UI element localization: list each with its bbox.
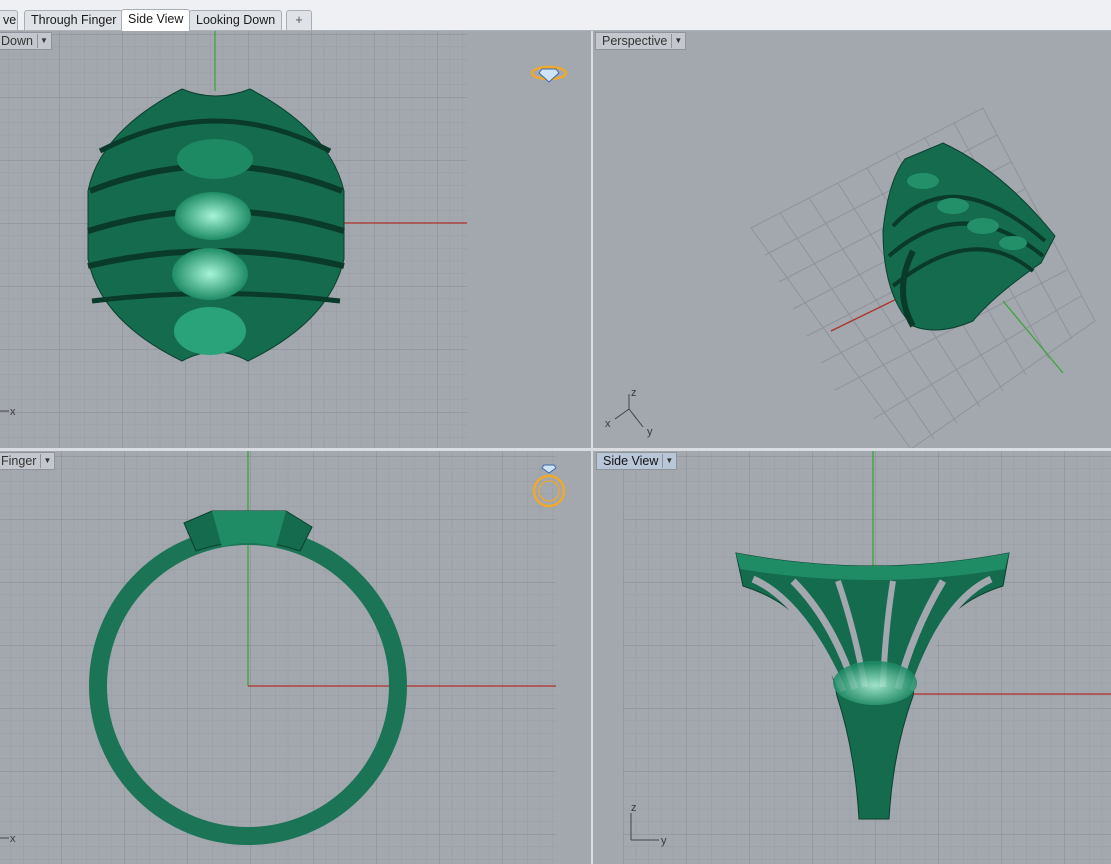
axis-label-x: x (10, 833, 16, 845)
ring-model-top[interactable] (87, 88, 345, 362)
chevron-down-icon[interactable]: ▼ (36, 34, 50, 48)
gem-view-icon[interactable] (530, 65, 568, 83)
viewport-title-text: Side View (603, 454, 659, 468)
tab-looking-down[interactable]: Looking Down (189, 10, 283, 30)
viewport-through-finger[interactable]: x Finger ▼ (0, 451, 591, 864)
tab-side-view[interactable]: Side View (121, 9, 191, 31)
axis-label-y: y (647, 426, 653, 438)
chevron-down-icon[interactable]: ▼ (40, 454, 53, 468)
viewport-perspective[interactable]: z x y Perspective ▼ (593, 31, 1111, 448)
tab-through-finger[interactable]: Through Finger (24, 10, 124, 30)
viewport-title-side-view[interactable]: Side View ▼ (596, 452, 678, 470)
axis-label-x: x (10, 406, 16, 418)
viewport-title-through-finger[interactable]: Finger ▼ (0, 452, 56, 470)
axis-label-z: z (631, 387, 637, 399)
viewport-divider-horizontal[interactable] (0, 448, 1111, 451)
chevron-down-icon[interactable]: ▼ (662, 454, 675, 468)
axis-gizmo: z x y (605, 387, 653, 438)
viewport-title-perspective[interactable]: Perspective ▼ (595, 32, 687, 50)
viewport-side-view[interactable]: z y Side View ▼ (593, 451, 1111, 864)
viewport-title-text: Perspective (602, 34, 668, 48)
plus-icon: + (295, 13, 303, 27)
ring-model-perspective[interactable] (882, 142, 1056, 331)
viewport-side-view-canvas: z y (623, 451, 1111, 864)
tab-perspective-partial[interactable]: ve (0, 10, 18, 30)
axis-label-y: y (661, 835, 667, 847)
add-tab-button[interactable]: + (286, 10, 312, 30)
viewport-title-text: Down (1, 34, 33, 48)
viewport-title-looking-down[interactable]: Down ▼ (0, 32, 52, 50)
axis-label-z: z (631, 802, 637, 814)
viewport-title-text: Finger (1, 454, 37, 468)
viewport-through-finger-canvas: x (0, 451, 566, 864)
viewport-looking-down[interactable]: x Down ▼ (0, 31, 591, 448)
chevron-down-icon[interactable]: ▼ (671, 34, 684, 48)
viewport-tab-bar: ve Through Finger Side View Looking Down… (0, 0, 1111, 31)
axis-label-x: x (605, 418, 611, 430)
viewport-perspective-canvas: z x y (605, 107, 1096, 448)
viewport-looking-down-canvas: x (0, 31, 568, 448)
